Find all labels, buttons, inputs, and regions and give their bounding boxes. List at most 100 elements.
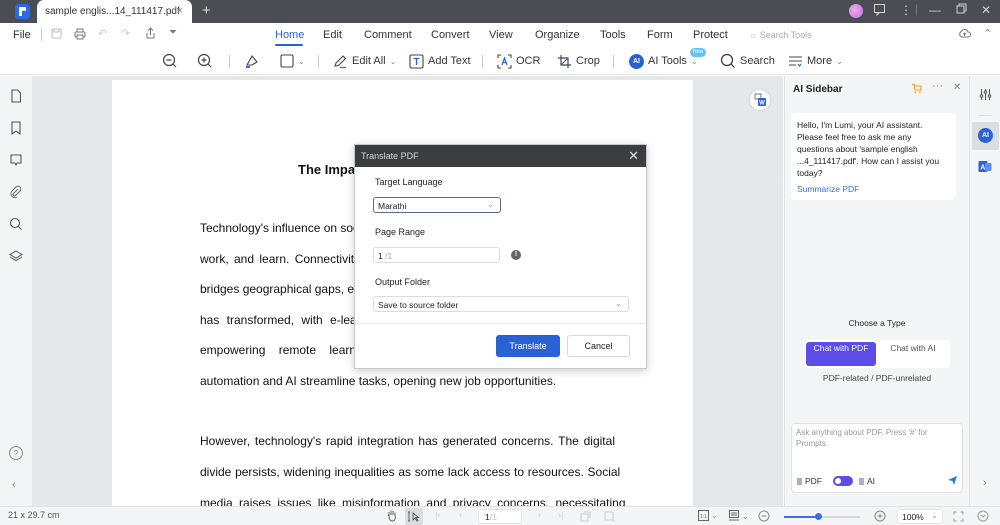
search-tools[interactable]: ☼ Search Tools (749, 30, 812, 40)
ai-assistant-tab[interactable]: AI (972, 122, 999, 150)
more-options-icon[interactable]: ··· (932, 80, 943, 92)
dialog-divider (355, 323, 646, 324)
tab-tools[interactable]: Tools (600, 29, 626, 41)
redo-icon[interactable]: ↷ (121, 27, 130, 40)
close-window-icon[interactable]: ✕ (981, 3, 991, 17)
zoom-out-button[interactable] (162, 52, 178, 70)
print-icon[interactable] (74, 28, 86, 40)
tab-protect[interactable]: Protect (693, 29, 728, 41)
close-sidebar-icon[interactable]: ✕ (953, 82, 961, 93)
highlight-button[interactable] (244, 52, 260, 70)
tab-edit[interactable]: Edit (323, 29, 342, 41)
mode-toggle-switch[interactable] (833, 476, 853, 486)
properties-icon[interactable] (979, 88, 992, 101)
zoom-out-icon (162, 53, 177, 68)
ocr-button[interactable]: OCR (497, 52, 540, 70)
cancel-button[interactable]: Cancel (567, 335, 630, 357)
titlebar-divider: | (915, 2, 919, 16)
rotate-right-icon[interactable] (604, 511, 615, 522)
page-number-input[interactable]: 1/1 (478, 509, 522, 524)
quick-access-dropdown-icon[interactable]: ⏷ (169, 27, 177, 38)
file-menu[interactable]: File (13, 29, 31, 41)
tab-convert[interactable]: Convert (431, 29, 470, 41)
shape-button[interactable]: ⌄ (280, 52, 305, 70)
minimize-icon[interactable]: — (929, 3, 941, 17)
svg-text:W: W (759, 101, 765, 107)
close-tab-icon[interactable]: × (177, 5, 183, 17)
new-tab-button[interactable]: + (202, 2, 211, 19)
tab-organize[interactable]: Organize (535, 29, 580, 41)
chevron-down-icon: ⌄ (298, 56, 305, 66)
kebab-menu-icon[interactable]: ⋮ (900, 3, 912, 17)
output-folder-select[interactable]: Save to source folder ⌄ (373, 296, 629, 312)
collapse-ribbon-icon[interactable]: ⌃ (983, 27, 992, 40)
zoom-slider[interactable] (784, 513, 860, 520)
bookmark-icon[interactable] (9, 121, 23, 135)
ai-sidebar: AI Sidebar ··· ✕ Hello, I'm Lumi, your A… (784, 76, 969, 506)
last-page-icon[interactable]: ›| (558, 510, 563, 520)
cloud-upload-icon[interactable] (958, 28, 971, 39)
rectangle-icon (280, 54, 294, 68)
translate-button[interactable]: Translate (496, 335, 560, 357)
document-tab[interactable]: sample englis...14_111417.pdf × (37, 0, 192, 23)
chevron-down-icon: ⌄ (389, 56, 397, 66)
fullscreen-icon[interactable] (953, 511, 964, 522)
cart-icon[interactable] (911, 83, 922, 94)
collapse-left-icon[interactable]: ‹ (12, 479, 26, 493)
convert-to-word-button[interactable]: W (750, 90, 770, 110)
crop-button[interactable]: Crop (557, 52, 600, 70)
zoom-in-button[interactable] (197, 52, 213, 70)
undo-icon[interactable]: ↶ (98, 27, 107, 40)
help-icon[interactable]: ? (8, 445, 23, 460)
search-button[interactable]: Search (720, 52, 775, 70)
chat-with-ai-option[interactable]: Chat with AI (878, 342, 948, 366)
tab-comment[interactable]: Comment (364, 29, 412, 41)
save-icon[interactable] (51, 28, 62, 39)
comment-icon[interactable] (9, 153, 23, 167)
more-button[interactable]: More ⌄ (788, 52, 843, 70)
send-icon[interactable] (947, 475, 958, 486)
attachment-icon[interactable] (9, 185, 23, 199)
avatar[interactable] (849, 4, 863, 18)
feedback-icon[interactable] (873, 3, 886, 16)
more-view-options-icon[interactable] (977, 510, 989, 522)
chat-with-pdf-option[interactable]: Chat with PDF (806, 342, 876, 366)
search-icon[interactable] (9, 217, 23, 231)
tab-view[interactable]: View (489, 29, 513, 41)
page-layout-button[interactable]: 1:1 ⌄ (698, 510, 718, 521)
tab-form[interactable]: Form (647, 29, 673, 41)
share-icon[interactable] (145, 27, 156, 39)
rotate-left-icon[interactable] (580, 511, 591, 522)
ai-tools-button[interactable]: AI AI Tools ⌄ (629, 52, 698, 70)
translate-tab[interactable]: A (978, 160, 992, 174)
zoom-level-select[interactable]: 100% ⌄ (897, 509, 943, 524)
restore-icon[interactable] (956, 3, 967, 14)
page-range-input[interactable]: 1 /1 (373, 247, 500, 263)
target-language-value: Marathi (378, 201, 407, 211)
info-icon[interactable]: ! (511, 250, 521, 260)
app-logo-icon (15, 4, 30, 19)
first-page-icon[interactable]: |‹ (435, 510, 440, 520)
highlighter-icon (246, 55, 258, 68)
toolbar-divider (318, 55, 319, 68)
add-text-button[interactable]: Add Text (409, 52, 471, 70)
close-icon[interactable]: ✕ (628, 148, 639, 164)
expand-right-icon[interactable]: › (983, 477, 987, 489)
zoom-in-status-icon[interactable] (874, 510, 886, 522)
paragraph-line: empowering remote learnir (200, 343, 363, 357)
chat-input[interactable]: Ask anything about PDF. Press '#' for Pr… (791, 423, 963, 493)
page-size: 21 x 29.7 cm (8, 510, 60, 520)
summarize-pdf-link[interactable]: Summarize PDF (797, 183, 950, 195)
view-mode-button[interactable]: ⌄ (728, 510, 749, 522)
hand-tool-icon[interactable] (386, 509, 398, 522)
select-tool-button[interactable] (405, 508, 423, 525)
layers-icon[interactable] (9, 249, 23, 263)
page-thumbnail-icon[interactable] (9, 89, 23, 103)
zoom-slider-handle[interactable] (814, 513, 822, 520)
next-page-icon[interactable]: › (538, 510, 541, 520)
previous-page-icon[interactable]: ‹ (459, 510, 462, 520)
zoom-out-status-icon[interactable] (758, 510, 770, 522)
target-language-select[interactable]: Marathi ⌄ (373, 197, 501, 213)
edit-all-button[interactable]: Edit All ⌄ (333, 52, 396, 70)
tab-home[interactable]: Home (275, 29, 304, 41)
